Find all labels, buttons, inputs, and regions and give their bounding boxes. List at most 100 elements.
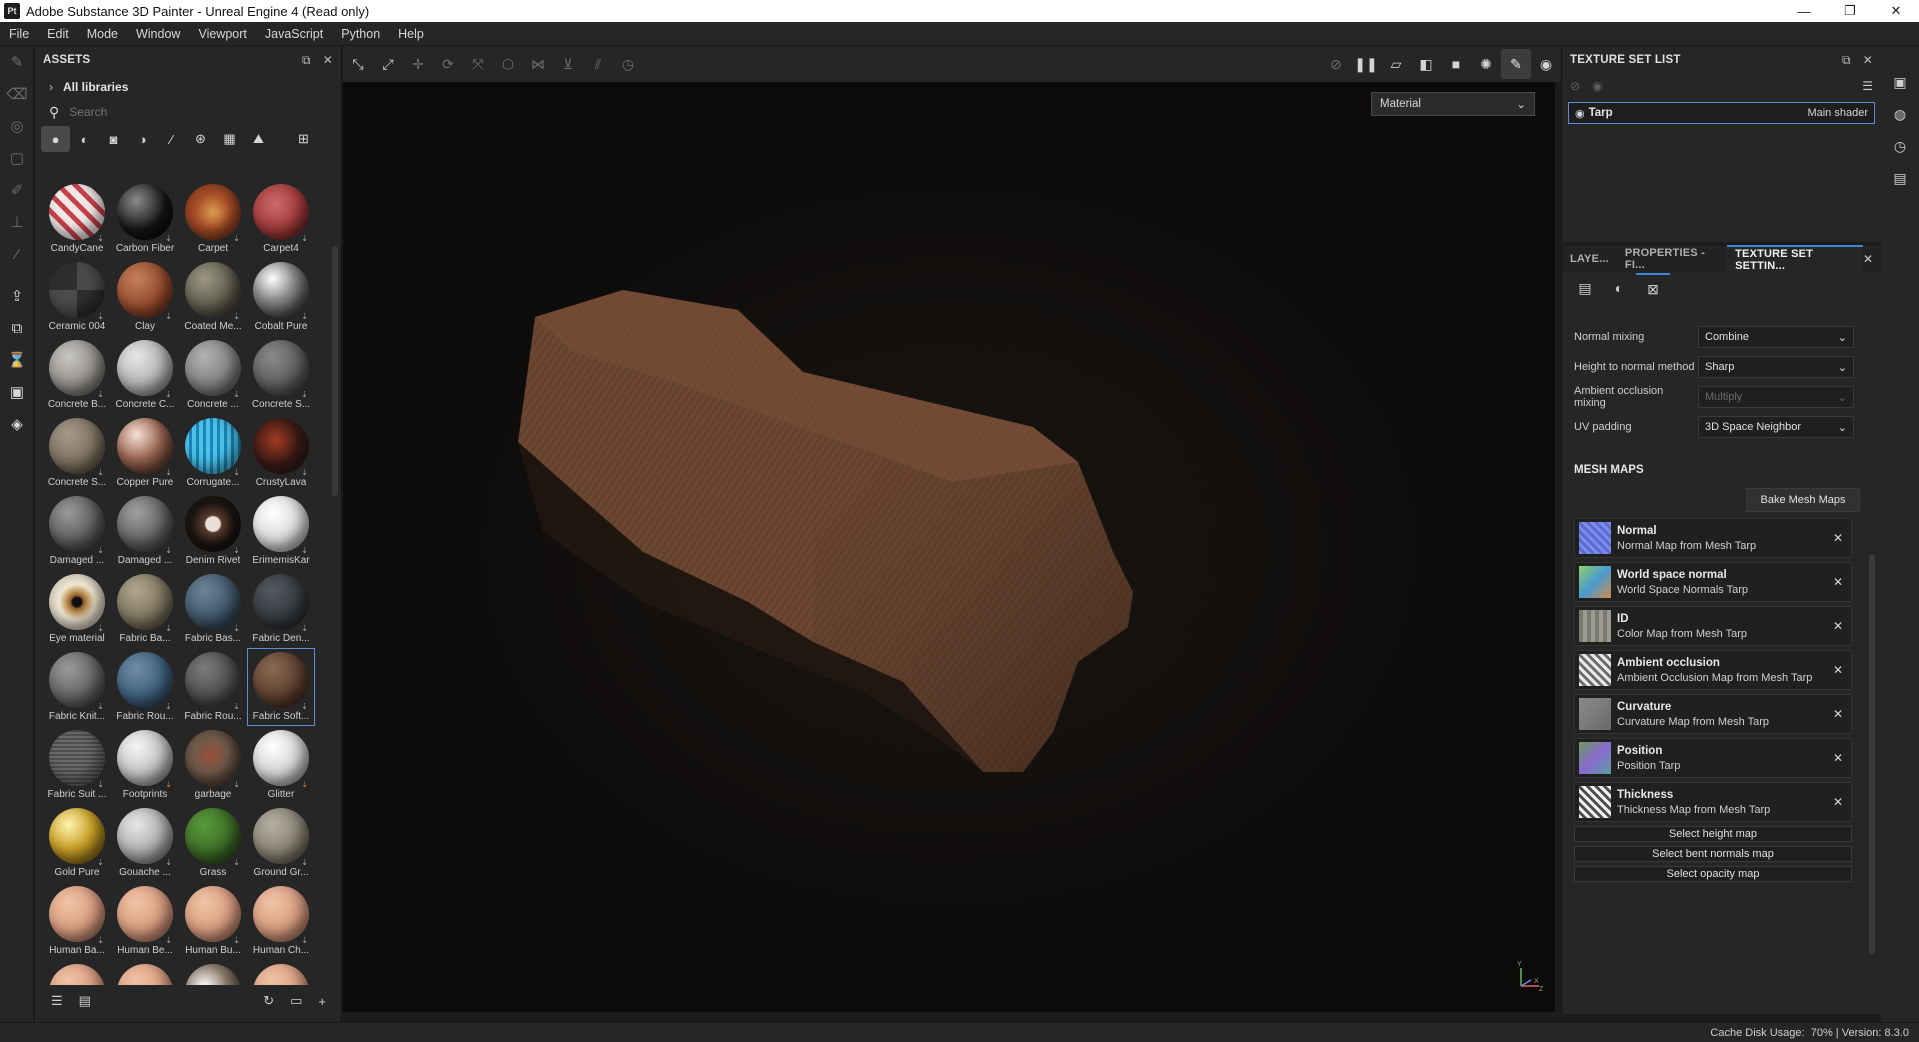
float-panel-icon[interactable]: ⧉ (1842, 53, 1851, 68)
pause-icon[interactable]: ❚❚ (1351, 49, 1381, 79)
asset-tile[interactable]: Fabric Suit ... ⇣ (43, 726, 111, 804)
log-icon[interactable]: ▤ (1881, 162, 1919, 194)
3d-viewport[interactable]: Material ⌄ Y X Z (343, 82, 1555, 1012)
asset-tile[interactable]: Fabric Den... ⇣ (247, 570, 315, 648)
asset-tile[interactable]: garbage ⇣ (179, 726, 247, 804)
history-icon[interactable]: ◷ (1881, 130, 1919, 162)
tab-layers[interactable]: LAYE... (1562, 245, 1617, 273)
asset-tile[interactable]: Denim Rivet ⇣ (179, 492, 247, 570)
texture-icon[interactable]: ▦ (215, 126, 244, 152)
menu-viewport[interactable]: Viewport (189, 27, 255, 41)
remove-map-icon[interactable]: ✕ (1833, 707, 1843, 721)
texture-set-shader[interactable]: Main shader (1807, 107, 1868, 119)
close-window-button[interactable]: ✕ (1873, 0, 1919, 22)
asset-tile[interactable]: Human Ba... ⇣ (43, 882, 111, 960)
eye-icon[interactable]: ◉ (1575, 107, 1585, 120)
view-3d-icon[interactable]: ◧ (1411, 49, 1441, 79)
asset-tile[interactable]: Carpet ⇣ (179, 180, 247, 258)
select-opacity-map-button[interactable]: Select opacity map (1574, 866, 1852, 882)
menu-help[interactable]: Help (389, 27, 433, 41)
asset-tile[interactable]: Fabric Ba... ⇣ (111, 570, 179, 648)
show-all-icon[interactable]: ◉ (1592, 79, 1602, 93)
tab-texture-set-settings[interactable]: TEXTURE SET SETTIN... (1727, 245, 1863, 273)
smudge-icon[interactable]: ✐ (0, 174, 34, 206)
uv-transform-icon[interactable]: ⤢ (373, 49, 403, 79)
remove-map-icon[interactable]: ✕ (1833, 531, 1843, 545)
asset-tile[interactable]: Footprints ⇣ (111, 726, 179, 804)
asset-tile[interactable]: ⇣ (179, 960, 247, 985)
asset-tile[interactable]: ⇣ (43, 960, 111, 985)
asset-tile[interactable]: Gouache ... ⇣ (111, 804, 179, 882)
filter-icon[interactable]: ◑ (128, 126, 157, 152)
shader-settings-icon[interactable]: ▣ (0, 376, 34, 408)
asset-tile[interactable]: Coated Me... ⇣ (179, 258, 247, 336)
asset-tile[interactable]: Grass ⇣ (179, 804, 247, 882)
smart-material-icon[interactable]: ◐ (70, 126, 99, 152)
asset-tile[interactable]: CandyCane ⇣ (43, 180, 111, 258)
hide-icon[interactable]: ⊘ (1321, 49, 1351, 79)
mesh-map-row[interactable]: Thickness Thickness Map from Mesh Tarp ✕ (1574, 782, 1852, 822)
align-icon[interactable]: ⊻ (553, 49, 583, 79)
asset-tile[interactable]: Cobalt Pure ⇣ (247, 258, 315, 336)
view-2d-icon[interactable]: ▱ (1381, 49, 1411, 79)
asset-tile[interactable]: Concrete S... ⇣ (43, 414, 111, 492)
mesh-map-row[interactable]: World space normal World Space Normals Ta… (1574, 562, 1852, 602)
select-bent-normals-map-button[interactable]: Select bent normals map (1574, 846, 1852, 862)
assets-scrollbar[interactable] (332, 246, 338, 496)
geometry-mask-icon[interactable]: ▢ (0, 142, 34, 174)
height-to-normal-select[interactable]: Sharp ⌄ (1698, 356, 1854, 378)
asset-tile[interactable]: ErimemisKar ⇣ (247, 492, 315, 570)
asset-tile[interactable]: ⇣ (111, 960, 179, 985)
asset-tile[interactable]: Human Bu... ⇣ (179, 882, 247, 960)
particle-icon[interactable]: ⊛ (186, 126, 215, 152)
brush-mode-icon[interactable]: ✎ (1501, 49, 1531, 79)
asset-tile[interactable]: Glitter ⇣ (247, 726, 315, 804)
eraser-icon[interactable]: ⌫ (0, 78, 34, 110)
sphere-material-icon[interactable]: ● (41, 126, 70, 152)
menu-icon[interactable]: ☰ (1862, 79, 1873, 93)
settings-scrollbar[interactable] (1869, 554, 1875, 954)
menu-mode[interactable]: Mode (78, 27, 127, 41)
asset-tile[interactable]: Eye material ⇣ (43, 570, 111, 648)
asset-tile[interactable]: Concrete B... ⇣ (43, 336, 111, 414)
shader-icon[interactable]: ◐ (1602, 273, 1636, 303)
asset-tile[interactable]: Human Be... ⇣ (111, 882, 179, 960)
menu-window[interactable]: Window (127, 27, 189, 41)
asset-tile[interactable]: Fabric Knit... ⇣ (43, 648, 111, 726)
cube-icon[interactable]: ⬡ (493, 49, 523, 79)
mesh-icon[interactable]: ◈ (0, 408, 34, 440)
remove-map-icon[interactable]: ✕ (1833, 663, 1843, 677)
texture-set-row[interactable]: ◉ Tarp Main shader (1568, 102, 1875, 124)
asset-tile[interactable]: Ground Gr... ⇣ (247, 804, 315, 882)
export-icon[interactable]: ⇪ (0, 280, 34, 312)
shelf-icon[interactable]: ◍ (1881, 98, 1919, 130)
asset-tile[interactable]: Concrete S... ⇣ (247, 336, 315, 414)
menu-file[interactable]: File (0, 27, 38, 41)
asset-tile[interactable]: Concrete ... ⇣ (179, 336, 247, 414)
remove-map-icon[interactable]: ✕ (1833, 575, 1843, 589)
menu-edit[interactable]: Edit (38, 27, 78, 41)
remove-map-icon[interactable]: ✕ (1833, 795, 1843, 809)
camera-icon[interactable]: ■ (1441, 49, 1471, 79)
tab-properties[interactable]: PROPERTIES - FI... (1617, 245, 1727, 273)
close-panel-icon[interactable]: ✕ (323, 53, 333, 67)
asset-tile[interactable]: Fabric Soft... ⇣ (247, 648, 315, 726)
asset-tile[interactable]: CrustyLava ⇣ (247, 414, 315, 492)
snap-icon[interactable]: ⫽ (583, 49, 613, 79)
asset-tile[interactable]: Gold Pure ⇣ (43, 804, 111, 882)
move-icon[interactable]: ✛ (403, 49, 433, 79)
asset-tile[interactable]: Fabric Bas... ⇣ (179, 570, 247, 648)
normal-mixing-select[interactable]: Combine ⌄ (1698, 326, 1854, 348)
asset-tile[interactable]: Copper Pure ⇣ (111, 414, 179, 492)
list-view-icon[interactable]: ▤ (79, 993, 91, 1009)
display-settings-icon[interactable]: ⌛ (0, 344, 34, 376)
remove-map-icon[interactable]: ✕ (1833, 751, 1843, 765)
asset-tile[interactable]: Ceramic 004 ⇣ (43, 258, 111, 336)
asset-tile[interactable]: Carbon Fiber ⇣ (111, 180, 179, 258)
sort-icon[interactable]: ☰ (51, 993, 63, 1009)
mesh-map-row[interactable]: Ambient occlusion Ambient Occlusion Map f… (1574, 650, 1852, 690)
minimize-button[interactable]: — (1781, 0, 1827, 22)
symmetry-icon[interactable]: ⋈ (523, 49, 553, 79)
screenshot-icon[interactable]: ◉ (1531, 49, 1561, 79)
folder-icon[interactable]: ▭ (290, 993, 302, 1009)
